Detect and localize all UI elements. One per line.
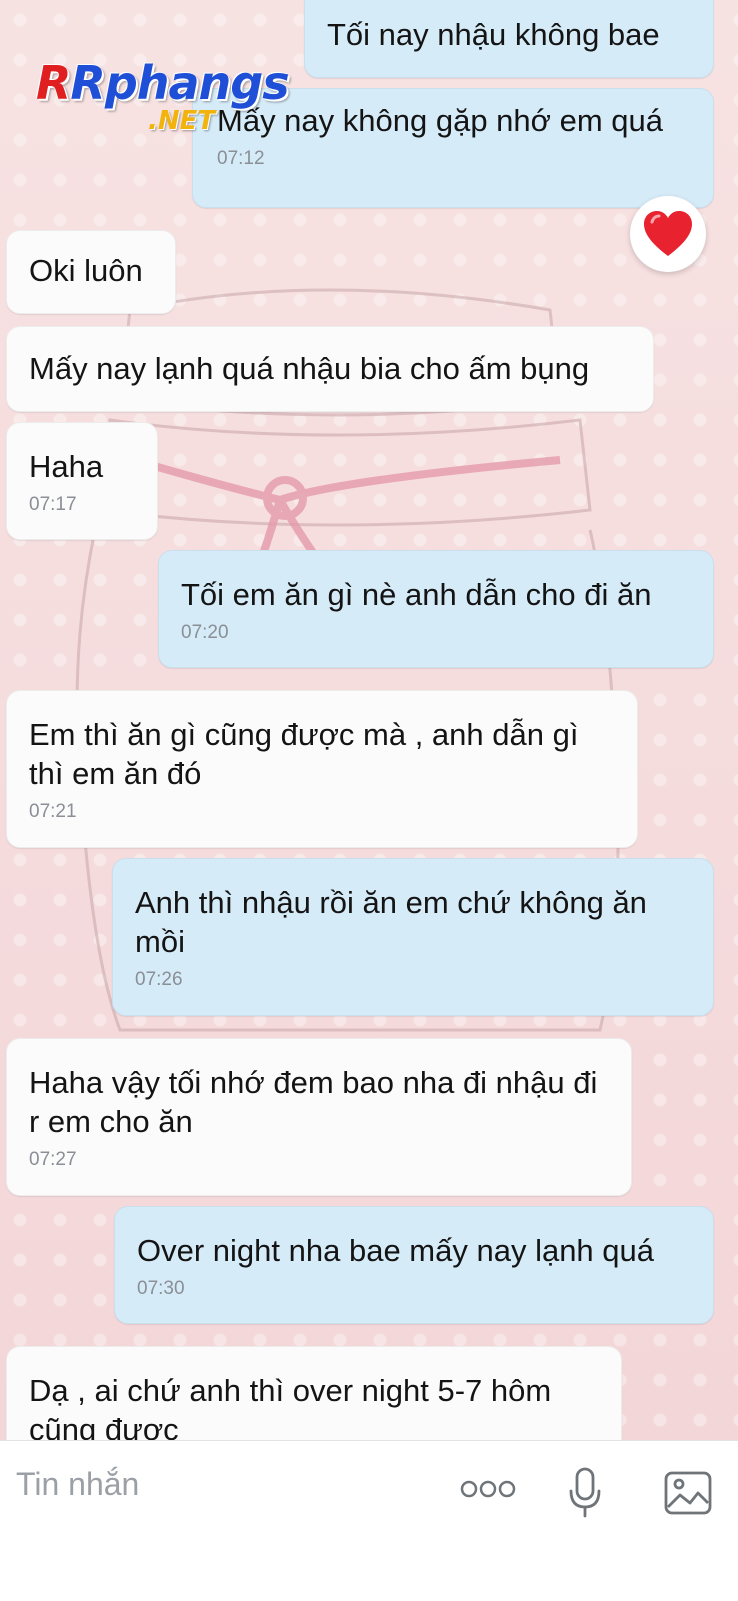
message-outgoing[interactable]: Over night nha bae mấy nay lạnh quá 07:3… [114, 1206, 714, 1324]
watermark-main: RRphangs [36, 56, 290, 110]
message-time: 07:17 [29, 494, 77, 515]
image-icon[interactable] [664, 1471, 712, 1515]
message-time: 07:30 [137, 1278, 185, 1299]
message-time: 07:21 [29, 801, 77, 822]
message-incoming[interactable]: Oki luôn [6, 230, 176, 314]
message-text: Oki luôn [29, 253, 143, 288]
message-time: 07:12 [217, 148, 265, 169]
message-incoming[interactable]: Em thì ăn gì cũng được mà , anh dẫn gì t… [6, 690, 638, 848]
heart-icon [644, 211, 692, 256]
message-text: Dạ , ai chứ anh thì over night 5-7 hôm c… [29, 1373, 552, 1447]
message-text: Over night nha bae mấy nay lạnh quá [137, 1233, 655, 1268]
message-text: Haha [29, 449, 104, 484]
more-icon[interactable] [460, 1479, 516, 1499]
message-outgoing[interactable]: Tối nay nhậu không bae [304, 0, 714, 78]
message-incoming[interactable]: Mấy nay lạnh quá nhậu bia cho ấm bụng [6, 326, 654, 412]
watermark-logo: RRphangs .NET [36, 56, 290, 136]
message-text: Anh thì nhậu rồi ăn em chứ không ăn mồi [135, 885, 647, 959]
message-time: 07:20 [181, 622, 229, 643]
message-input[interactable]: Tin nhắn [16, 1466, 139, 1503]
message-incoming[interactable]: Haha vậy tối nhớ đem bao nha đi nhậu đi … [6, 1038, 632, 1196]
message-text: Tối nay nhậu không bae [327, 17, 660, 52]
message-text: Haha vậy tối nhớ đem bao nha đi nhậu đi … [29, 1065, 598, 1139]
microphone-icon[interactable] [568, 1467, 602, 1519]
message-time: 07:26 [135, 969, 183, 990]
watermark-suffix: .NET [148, 106, 216, 136]
message-composer: Tin nhắn [0, 1440, 738, 1601]
message-text: Em thì ăn gì cũng được mà , anh dẫn gì t… [29, 717, 579, 791]
message-outgoing[interactable]: Anh thì nhậu rồi ăn em chứ không ăn mồi … [112, 858, 714, 1016]
message-outgoing[interactable]: Tối em ăn gì nè anh dẫn cho đi ăn 07:20 [158, 550, 714, 668]
reaction-badge[interactable] [630, 196, 706, 272]
message-text: Mấy nay lạnh quá nhậu bia cho ấm bụng [29, 351, 590, 386]
message-time: 07:27 [29, 1149, 77, 1170]
message-text: Tối em ăn gì nè anh dẫn cho đi ăn [181, 577, 652, 612]
message-incoming[interactable]: Haha 07:17 [6, 422, 158, 540]
